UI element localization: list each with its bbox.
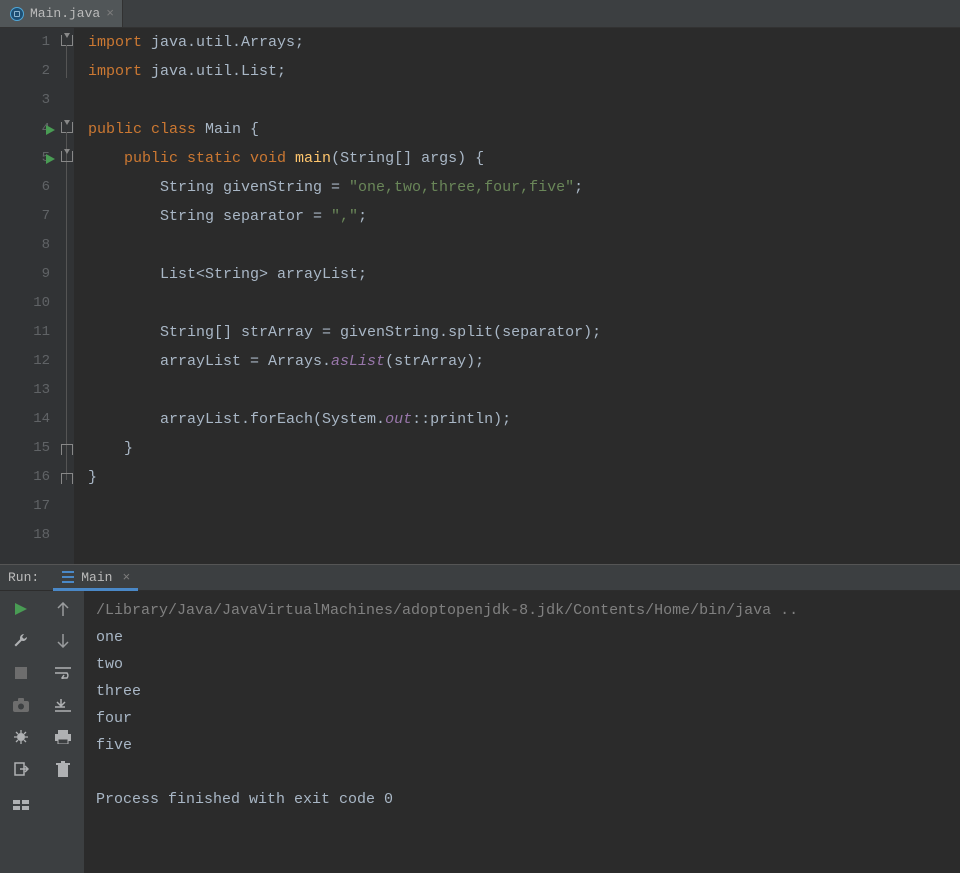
line-number: 11 <box>0 318 50 347</box>
line-number: 2 <box>0 57 50 86</box>
wrench-icon[interactable] <box>12 632 30 650</box>
line-number: 4 <box>0 115 50 144</box>
code-editor[interactable]: 123456789101112131415161718 import java.… <box>0 28 960 564</box>
editor-tabstrip: Main.java × <box>0 0 960 28</box>
code-line[interactable]: import java.util.Arrays; <box>88 28 601 57</box>
tab-main-java[interactable]: Main.java × <box>0 0 123 27</box>
debug-icon[interactable] <box>12 728 30 746</box>
code-line[interactable]: import java.util.List; <box>88 57 601 86</box>
console-line: Process finished with exit code 0 <box>96 786 960 813</box>
run-config-icon <box>61 571 75 583</box>
code-line[interactable] <box>88 289 601 318</box>
line-number: 15 <box>0 434 50 463</box>
line-number: 8 <box>0 231 50 260</box>
tab-label: Main.java <box>30 6 100 21</box>
console-line: two <box>96 651 960 678</box>
code-line[interactable] <box>88 231 601 260</box>
code-line[interactable]: arrayList.forEach(System.out::println); <box>88 405 601 434</box>
line-number: 10 <box>0 289 50 318</box>
code-line[interactable] <box>88 521 601 550</box>
code-line[interactable] <box>88 492 601 521</box>
console-line: three <box>96 678 960 705</box>
console-line: four <box>96 705 960 732</box>
scroll-to-end-icon[interactable] <box>54 696 72 714</box>
trash-icon[interactable] <box>54 760 72 778</box>
run-toolbar-2 <box>42 591 84 873</box>
console-line: five <box>96 732 960 759</box>
run-gutter-icon[interactable] <box>46 125 55 135</box>
run-panel-header: Run: Main × <box>0 564 960 591</box>
code-line[interactable]: } <box>88 434 601 463</box>
close-icon[interactable]: × <box>122 570 130 585</box>
console-line: /Library/Java/JavaVirtualMachines/adopto… <box>96 597 960 624</box>
run-panel-body: /Library/Java/JavaVirtualMachines/adopto… <box>0 591 960 873</box>
camera-icon[interactable] <box>12 696 30 714</box>
line-number: 13 <box>0 376 50 405</box>
run-label: Run: <box>8 570 39 585</box>
code-line[interactable]: } <box>88 463 601 492</box>
line-number: 16 <box>0 463 50 492</box>
console-line: one <box>96 624 960 651</box>
line-number: 18 <box>0 521 50 550</box>
soft-wrap-icon[interactable] <box>54 664 72 682</box>
layout-icon[interactable] <box>12 796 30 814</box>
code-line[interactable]: List<String> arrayList; <box>88 260 601 289</box>
stop-icon[interactable] <box>12 664 30 682</box>
exit-icon[interactable] <box>12 760 30 778</box>
code-area[interactable]: import java.util.Arrays;import java.util… <box>74 28 601 564</box>
code-line[interactable]: arrayList = Arrays.asList(strArray); <box>88 347 601 376</box>
line-number: 6 <box>0 173 50 202</box>
code-line[interactable]: String separator = ","; <box>88 202 601 231</box>
print-icon[interactable] <box>54 728 72 746</box>
console-line <box>96 759 960 786</box>
code-line[interactable] <box>88 376 601 405</box>
run-gutter-icon[interactable] <box>46 154 55 164</box>
gutter: 123456789101112131415161718 <box>0 28 74 564</box>
line-number: 7 <box>0 202 50 231</box>
run-tab-main[interactable]: Main × <box>53 566 138 591</box>
fold-bar <box>60 28 74 564</box>
code-line[interactable]: String[] strArray = givenString.split(se… <box>88 318 601 347</box>
rerun-icon[interactable] <box>12 600 30 618</box>
line-number: 3 <box>0 86 50 115</box>
line-number: 9 <box>0 260 50 289</box>
arrow-down-icon[interactable] <box>54 632 72 650</box>
run-toolbar-1 <box>0 591 42 873</box>
run-tab-label: Main <box>81 570 112 585</box>
arrow-up-icon[interactable] <box>54 600 72 618</box>
close-icon[interactable]: × <box>106 6 114 21</box>
code-line[interactable]: public static void main(String[] args) { <box>88 144 601 173</box>
code-line[interactable]: String givenString = "one,two,three,four… <box>88 173 601 202</box>
line-number: 1 <box>0 28 50 57</box>
java-file-icon <box>10 7 24 21</box>
line-number: 5 <box>0 144 50 173</box>
code-line[interactable] <box>88 86 601 115</box>
line-number: 14 <box>0 405 50 434</box>
line-number: 12 <box>0 347 50 376</box>
console-output[interactable]: /Library/Java/JavaVirtualMachines/adopto… <box>84 591 960 873</box>
line-number: 17 <box>0 492 50 521</box>
code-line[interactable]: public class Main { <box>88 115 601 144</box>
